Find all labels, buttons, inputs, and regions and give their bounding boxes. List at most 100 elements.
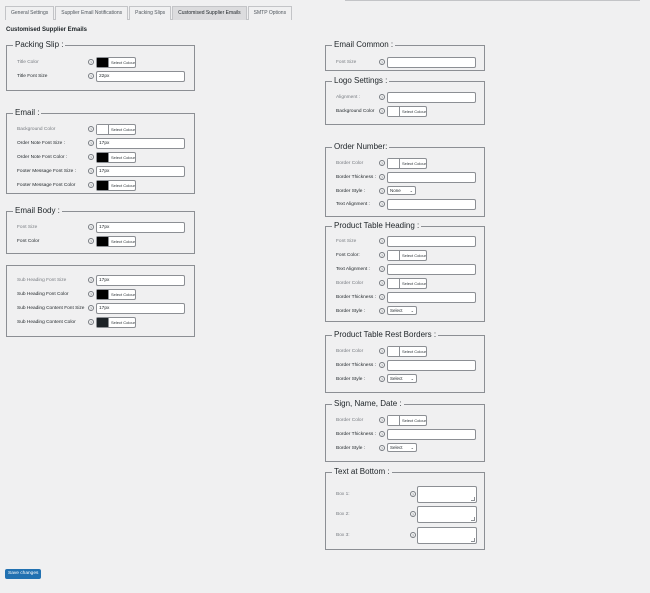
- border-style-select[interactable]: None ⌄: [387, 186, 416, 195]
- help-icon[interactable]: ?: [379, 174, 385, 180]
- help-icon[interactable]: ?: [410, 511, 416, 517]
- box-1-textarea[interactable]: [417, 486, 477, 503]
- border-color-picker[interactable]: Select Colour: [387, 278, 427, 289]
- help-icon[interactable]: ?: [379, 348, 385, 354]
- footer-font-size-input[interactable]: 17px: [96, 166, 185, 177]
- border-style-select[interactable]: Select ⌄: [387, 443, 417, 452]
- font-color-picker[interactable]: Select Colour: [96, 236, 136, 247]
- help-icon[interactable]: ?: [379, 445, 385, 451]
- font-size-input[interactable]: 17px: [96, 222, 185, 233]
- order-note-font-size-input[interactable]: 17px: [96, 138, 185, 149]
- box-3-textarea[interactable]: [417, 527, 477, 544]
- help-icon[interactable]: ?: [88, 277, 94, 283]
- sub-heading-content-color-picker[interactable]: Select Colour: [96, 317, 136, 328]
- help-icon[interactable]: ?: [379, 94, 385, 100]
- order-note-font-size-label: Order Note Font Size :: [17, 141, 65, 146]
- border-color-picker[interactable]: Select Colour: [387, 158, 427, 169]
- tab-supplier-email-notifications[interactable]: Supplier Email Notifications: [55, 6, 129, 20]
- text-alignment-input[interactable]: [387, 264, 476, 275]
- border-thickness-input[interactable]: [387, 429, 476, 440]
- help-icon[interactable]: ?: [88, 182, 94, 188]
- help-icon[interactable]: ?: [88, 59, 94, 65]
- tab-smtp-options[interactable]: SMTP Options: [247, 6, 293, 20]
- help-icon[interactable]: ?: [88, 140, 94, 146]
- background-color-label: Background Color: [336, 109, 375, 114]
- border-style-select[interactable]: Select ⌄: [387, 374, 417, 383]
- tab-packing-slips[interactable]: Packing Slips: [129, 6, 172, 20]
- title-color-label: Title Color: [17, 60, 39, 65]
- color-button-label: Select Colour: [401, 349, 426, 354]
- background-color-picker[interactable]: Select Colour: [387, 106, 427, 117]
- help-icon[interactable]: ?: [88, 224, 94, 230]
- text-at-bottom-section: Text at Bottom : Box 1: ? Box 2: ? Box 3…: [325, 468, 485, 550]
- help-icon[interactable]: ?: [379, 201, 385, 207]
- select-value: Select: [390, 376, 403, 381]
- help-icon[interactable]: ?: [379, 238, 385, 244]
- help-icon[interactable]: ?: [379, 376, 385, 382]
- help-icon[interactable]: ?: [379, 431, 385, 437]
- help-icon[interactable]: ?: [88, 126, 94, 132]
- help-icon[interactable]: ?: [88, 319, 94, 325]
- help-icon[interactable]: ?: [88, 238, 94, 244]
- help-icon[interactable]: ?: [379, 417, 385, 423]
- product-table-rest-borders-section: Product Table Rest Borders : Border Colo…: [325, 331, 485, 393]
- sub-heading-content-font-size-input[interactable]: 17px: [96, 303, 185, 314]
- sub-heading-font-size-input[interactable]: 17px: [96, 275, 185, 286]
- font-color-label: Font Color:: [336, 253, 360, 258]
- font-color-picker[interactable]: Select Colour: [387, 250, 427, 261]
- background-color-label: Background Color: [17, 127, 56, 132]
- save-changes-button[interactable]: Save changes: [5, 569, 42, 579]
- help-icon[interactable]: ?: [379, 188, 385, 194]
- title-font-size-input[interactable]: 22px: [96, 71, 185, 82]
- help-icon[interactable]: ?: [88, 73, 94, 79]
- page-title: Customised Supplier Emails: [6, 27, 88, 33]
- border-color-picker[interactable]: Select Colour: [387, 346, 427, 357]
- help-icon[interactable]: ?: [379, 280, 385, 286]
- sub-heading-content-font-size-label: Sub Heading Content Font Size: [17, 306, 85, 311]
- border-color-picker[interactable]: Select Colour: [387, 415, 427, 426]
- font-size-input[interactable]: [387, 57, 476, 68]
- order-note-font-color-picker[interactable]: Select Colour: [96, 152, 136, 163]
- border-color-label: Border Color: [336, 281, 364, 286]
- color-button-label: Select Colour: [401, 109, 426, 114]
- footer-font-color-picker[interactable]: Select Colour: [96, 180, 136, 191]
- help-icon[interactable]: ?: [410, 491, 416, 497]
- help-icon[interactable]: ?: [379, 362, 385, 368]
- border-style-select[interactable]: Select ⌄: [387, 306, 417, 315]
- help-icon[interactable]: ?: [410, 532, 416, 538]
- border-thickness-input[interactable]: [387, 172, 476, 183]
- alignment-input[interactable]: [387, 92, 476, 103]
- text-alignment-input[interactable]: [387, 199, 476, 210]
- border-thickness-input[interactable]: [387, 360, 476, 371]
- help-icon[interactable]: ?: [88, 305, 94, 311]
- box-2-label: Box 2:: [336, 512, 350, 517]
- help-icon[interactable]: ?: [379, 160, 385, 166]
- box-2-textarea[interactable]: [417, 506, 477, 523]
- tab-customised-supplier-emails[interactable]: Customised Supplier Emails: [172, 6, 247, 20]
- border-thickness-label: Border Thickness :: [336, 363, 376, 368]
- border-style-label: Border Style :: [336, 377, 366, 382]
- border-color-label: Border Color: [336, 349, 364, 354]
- help-icon[interactable]: ?: [379, 308, 385, 314]
- help-icon[interactable]: ?: [88, 154, 94, 160]
- border-style-label: Border Style :: [336, 309, 366, 314]
- sub-heading-font-size-label: Sub Heading Font Size: [17, 278, 67, 283]
- help-icon[interactable]: ?: [379, 108, 385, 114]
- help-icon[interactable]: ?: [379, 59, 385, 65]
- help-icon[interactable]: ?: [88, 291, 94, 297]
- help-icon[interactable]: ?: [379, 294, 385, 300]
- tab-general-settings[interactable]: General Settings: [5, 6, 55, 20]
- packing-slip-section: Packing Slip : Title Color ? Select Colo…: [6, 41, 195, 91]
- border-thickness-label: Border Thickness :: [336, 432, 376, 437]
- color-button-label: Select Colour: [110, 127, 135, 132]
- background-color-picker[interactable]: Select Colour: [96, 124, 136, 135]
- help-icon[interactable]: ?: [88, 168, 94, 174]
- footer-font-color-label: Footer Message Font Color: [17, 183, 76, 188]
- help-icon[interactable]: ?: [379, 266, 385, 272]
- color-button-label: Select Colour: [110, 183, 135, 188]
- title-color-picker[interactable]: Select Colour: [96, 57, 136, 68]
- border-thickness-input[interactable]: [387, 292, 476, 303]
- help-icon[interactable]: ?: [379, 252, 385, 258]
- sub-heading-font-color-picker[interactable]: Select Colour: [96, 289, 136, 300]
- font-size-input[interactable]: [387, 236, 476, 247]
